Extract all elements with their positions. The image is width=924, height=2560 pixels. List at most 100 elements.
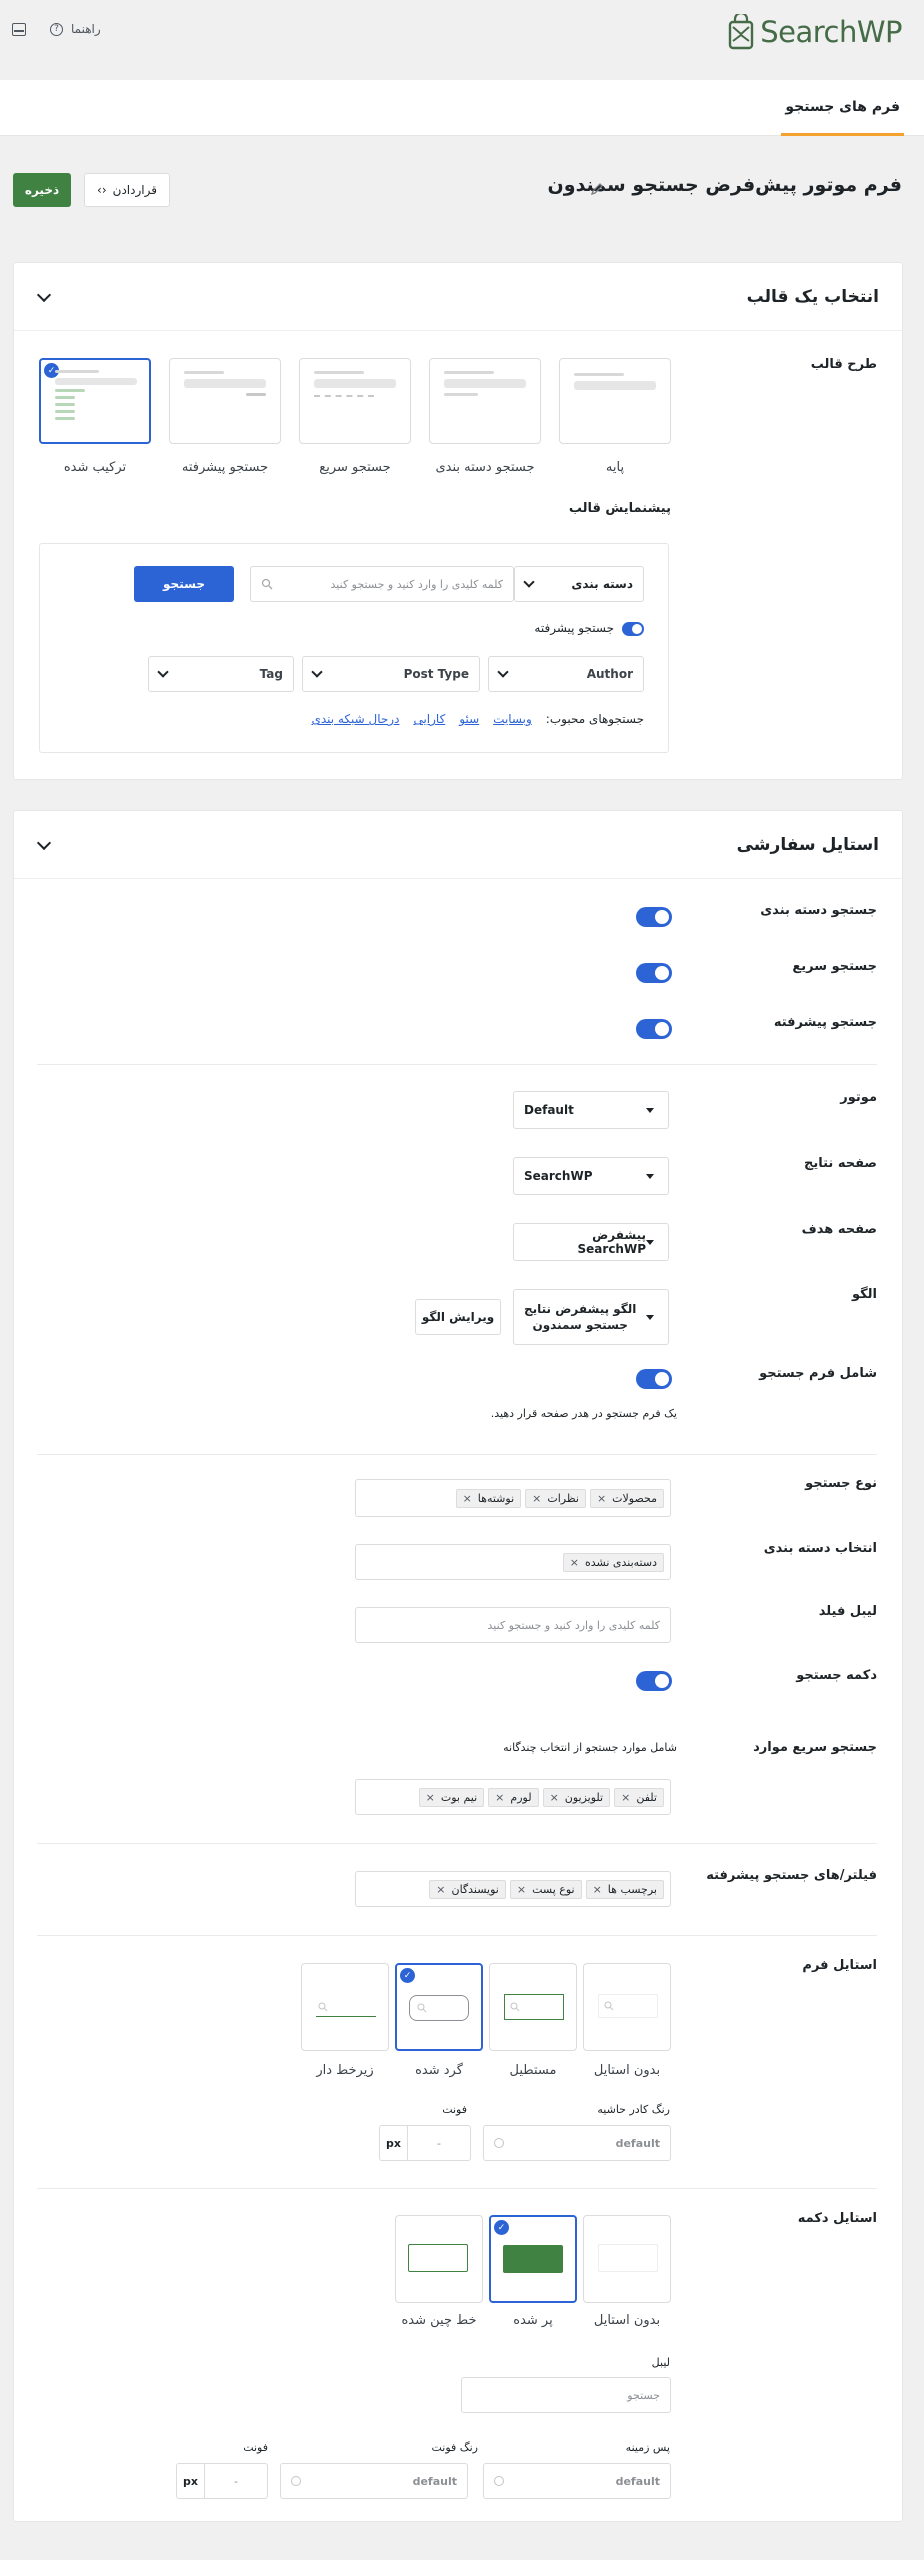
preview-search-input[interactable]: کلمه کلیدی را وارد کنید و جستجو کنید <box>250 566 514 602</box>
chip[interactable]: نویسندگان × <box>429 1879 506 1899</box>
popular-link[interactable]: وبسایت <box>493 712 532 726</box>
chip-label: نوشته‌ها <box>477 1491 515 1505</box>
quick-items-chips[interactable]: تلفن × تلویزیون × لورم × نیم بوت × <box>355 1779 671 1815</box>
close-icon[interactable]: × <box>532 1492 541 1505</box>
category-select-label: انتخاب دسته بندی <box>763 1541 877 1556</box>
popular-link[interactable]: کارایی <box>413 712 445 726</box>
form-style-underline[interactable] <box>301 1963 389 2051</box>
border-color-input[interactable]: default <box>483 2125 671 2161</box>
pencil-edit-icon[interactable] <box>590 182 604 196</box>
chip[interactable]: لورم × <box>488 1787 539 1807</box>
button-style-filled[interactable]: ✓ <box>489 2215 577 2303</box>
inbox-icon[interactable] <box>12 22 26 36</box>
results-page-select[interactable]: SearchWP <box>513 1157 669 1195</box>
template-card-advanced[interactable] <box>169 358 281 444</box>
tab-bar: فرم های جستجو <box>0 80 924 136</box>
chip[interactable]: نیم بوت × <box>418 1787 485 1807</box>
close-icon[interactable]: × <box>426 1791 435 1804</box>
preview-advanced-label: جستجو پیشرفته <box>534 621 614 635</box>
form-style-rounded[interactable]: ✓ <box>395 1963 483 2051</box>
help-label: راهنما <box>71 22 101 36</box>
button-font-input[interactable]: - px <box>176 2463 268 2499</box>
close-icon[interactable]: × <box>597 1492 606 1505</box>
toggle-quick-search[interactable] <box>636 963 672 983</box>
template-card-combined[interactable]: ✓ <box>39 358 151 444</box>
template-select[interactable]: الگو پیشفرض نتایج جستجو سمندون <box>513 1289 669 1345</box>
chip-label: نظرات <box>547 1491 579 1505</box>
advanced-filters-chips[interactable]: برچسب ها × نوع پست × نویسندگان × <box>355 1871 671 1907</box>
popular-link[interactable]: درحال شبکه بندی <box>311 712 399 726</box>
preview-filter-tag[interactable]: Tag <box>148 656 294 692</box>
popular-link[interactable]: سئو <box>459 712 479 726</box>
searchwp-logo[interactable]: SearchWP <box>728 14 902 50</box>
template-name-advanced: جستجو پیشرفته <box>181 460 269 475</box>
chip[interactable]: برچسب ها × <box>585 1879 664 1899</box>
preview-advanced-toggle[interactable] <box>622 622 644 636</box>
chip[interactable]: محصولات × <box>589 1488 664 1508</box>
searchwp-logo-icon <box>729 14 754 50</box>
chip[interactable]: نوع پست × <box>509 1879 582 1899</box>
form-style-rounded-name: گرد شده <box>415 2063 463 2078</box>
template-value-line: الگو پیشفرض نتایج <box>524 1301 637 1316</box>
template-card-basic[interactable] <box>559 358 671 444</box>
button-bg-input[interactable]: default <box>483 2463 671 2499</box>
close-icon[interactable]: × <box>436 1883 445 1896</box>
results-page-label: صفحه نتایج <box>803 1156 877 1171</box>
preview-filter-post-type[interactable]: Post Type <box>302 656 480 692</box>
button-style-none-name: بدون استایل <box>593 2313 661 2328</box>
button-label-input[interactable]: جستجو <box>461 2377 671 2413</box>
close-icon[interactable]: × <box>593 1883 602 1896</box>
preview-search-placeholder: کلمه کلیدی را وارد کنید و جستجو کنید <box>330 577 503 591</box>
close-icon[interactable]: × <box>621 1791 630 1804</box>
close-icon[interactable]: × <box>517 1883 526 1896</box>
target-page-select[interactable]: پیشفرض SearchWP <box>513 1223 669 1261</box>
template-card-quick[interactable] <box>299 358 411 444</box>
form-style-none-name: بدون استایل <box>593 2063 661 2078</box>
preview-search-button[interactable]: جستجو <box>134 566 234 602</box>
category-select-chips[interactable]: دسته‌بندی نشده × <box>355 1544 671 1580</box>
chip[interactable]: تلفن × <box>614 1787 664 1807</box>
color-swatch-icon <box>291 2476 301 2486</box>
close-icon[interactable]: × <box>570 1556 579 1569</box>
form-style-rectangle-name: مستطیل <box>509 2063 557 2078</box>
form-style-none[interactable] <box>583 1963 671 2051</box>
engine-select[interactable]: Default <box>513 1091 669 1129</box>
chevron-down-icon[interactable] <box>36 835 52 850</box>
custom-style-panel-header[interactable]: استایل سفارشی <box>14 811 902 879</box>
button-font-color-value: default <box>412 2474 457 2488</box>
toggle-advanced-search[interactable] <box>636 1019 672 1039</box>
close-icon[interactable]: × <box>550 1791 559 1804</box>
chip[interactable]: دسته‌بندی نشده × <box>562 1552 664 1572</box>
preview-filter-author[interactable]: Author <box>488 656 644 692</box>
toggle-category-search[interactable] <box>636 907 672 927</box>
close-icon[interactable]: × <box>463 1492 472 1505</box>
toggle-search-button[interactable] <box>636 1671 672 1691</box>
button-style-none[interactable] <box>583 2215 671 2303</box>
toggle-include-form[interactable] <box>636 1369 672 1389</box>
search-icon <box>510 2002 520 2012</box>
search-type-chips[interactable]: محصولات × نظرات × نوشته‌ها × <box>355 1479 671 1517</box>
toggle-quick-search-label: جستجو سریع <box>792 959 877 974</box>
chip[interactable]: تلویزیون × <box>542 1787 611 1807</box>
form-style-rectangle[interactable] <box>489 1963 577 2051</box>
preview-category-select[interactable]: دسته بندی <box>514 566 644 602</box>
help-link[interactable]: راهنما ? <box>12 22 101 36</box>
button-font-color-input[interactable]: default <box>280 2463 468 2499</box>
template-cards: پایه جستجو دسته بندی جستجو سریع جستجو پی… <box>14 263 904 781</box>
edit-template-button[interactable]: ویرایش الگو <box>415 1299 501 1335</box>
filter-tag-label: Tag <box>259 667 283 681</box>
template-label: الگو <box>851 1287 877 1302</box>
divider <box>37 1454 877 1455</box>
field-label-input[interactable]: کلمه کلیدی را وارد کنید و جستجو کنید <box>355 1607 671 1643</box>
color-swatch-icon <box>494 2476 504 2486</box>
include-form-label: شامل فرم جستجو <box>759 1366 877 1381</box>
save-button[interactable]: ذخیره <box>13 173 71 207</box>
close-icon[interactable]: × <box>495 1791 504 1804</box>
embed-button[interactable]: قراردادن ‹› <box>84 173 170 207</box>
chip[interactable]: نظرات × <box>525 1488 586 1508</box>
chip[interactable]: نوشته‌ها × <box>455 1488 522 1508</box>
tab-search-forms[interactable]: فرم های جستجو <box>781 80 904 136</box>
template-card-category[interactable] <box>429 358 541 444</box>
form-font-input[interactable]: - px <box>379 2125 471 2161</box>
button-style-outlined[interactable] <box>395 2215 483 2303</box>
